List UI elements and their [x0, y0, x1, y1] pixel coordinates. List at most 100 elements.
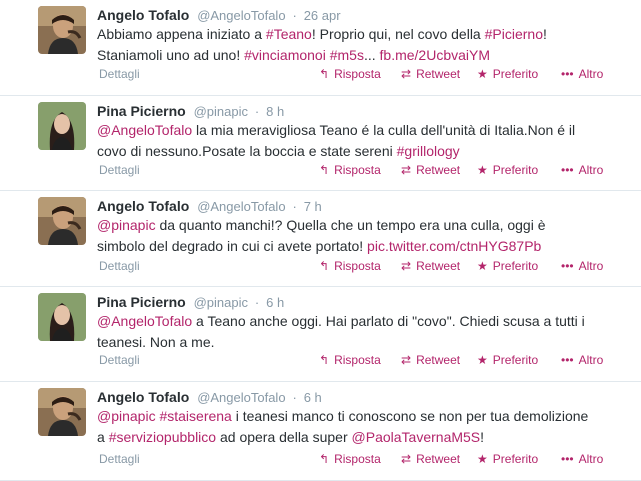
- separator-dot: ·: [254, 295, 260, 310]
- tweet-actions: Dettagli ↰ Risposta ⇄ Retweet ★ Preferito •…: [99, 450, 619, 468]
- mention-link[interactable]: @pinapic: [97, 408, 156, 424]
- more-dots-icon: •••: [561, 67, 574, 81]
- star-icon: ★: [477, 67, 488, 81]
- hashtag-link[interactable]: #grillology: [397, 143, 460, 159]
- details-link[interactable]: Dettagli: [99, 257, 140, 275]
- retweet-icon: ⇄: [401, 452, 412, 466]
- mention-link[interactable]: @pinapic: [97, 217, 156, 233]
- author-name[interactable]: Angelo Tofalo: [97, 198, 189, 214]
- hashtag-link[interactable]: #vinciamonoi: [244, 47, 326, 63]
- author-handle[interactable]: @pinapic: [194, 104, 248, 119]
- reply-button[interactable]: ↰ Risposta: [319, 161, 381, 179]
- hashtag-link[interactable]: #serviziopubblico: [109, 429, 216, 445]
- retweet-label: Retweet: [416, 163, 461, 177]
- author-handle[interactable]: @AngeloTofalo: [197, 8, 285, 23]
- reply-button[interactable]: ↰ Risposta: [319, 450, 381, 468]
- tweet-actions: Dettagli ↰ Risposta ⇄ Retweet ★ Preferito •…: [99, 351, 619, 369]
- tweet-timestamp[interactable]: 6 h: [266, 295, 284, 310]
- url-link[interactable]: fb.me/2UcbvaiYM: [380, 47, 490, 63]
- tweet-timestamp[interactable]: 6 h: [304, 390, 322, 405]
- favorite-label: Preferito: [492, 452, 539, 466]
- favorite-button[interactable]: ★ Preferito: [477, 65, 538, 83]
- tweet[interactable]: Angelo Tofalo @AngeloTofalo · 26 apr Abb…: [0, 0, 641, 96]
- details-link[interactable]: Dettagli: [99, 450, 140, 468]
- avatar[interactable]: [38, 6, 86, 54]
- details-link[interactable]: Dettagli: [99, 65, 140, 83]
- more-label: Altro: [578, 259, 604, 273]
- mention-link[interactable]: @AngeloTofalo: [97, 313, 192, 329]
- avatar[interactable]: [38, 197, 86, 245]
- hashtag-link[interactable]: #m5s: [330, 47, 364, 63]
- reply-icon: ↰: [319, 353, 330, 367]
- url-link[interactable]: pic.twitter.com/ctnHYG87Pb: [367, 238, 541, 254]
- hashtag-link[interactable]: #Picierno: [485, 26, 543, 42]
- avatar-photo: [38, 197, 86, 245]
- retweet-button[interactable]: ⇄ Retweet: [401, 65, 460, 83]
- retweet-icon: ⇄: [401, 353, 412, 367]
- tweet-actions: Dettagli ↰ Risposta ⇄ Retweet ★ Preferito •…: [99, 65, 619, 83]
- details-link[interactable]: Dettagli: [99, 161, 140, 179]
- reply-icon: ↰: [319, 67, 330, 81]
- retweet-label: Retweet: [416, 452, 461, 466]
- tweet-text: @pinapic da quanto manchi!? Quella che u…: [97, 215, 597, 257]
- author-name[interactable]: Pina Picierno: [97, 103, 186, 119]
- star-icon: ★: [477, 163, 488, 177]
- avatar-photo: [38, 102, 86, 150]
- tweet-header: Angelo Tofalo @AngeloTofalo · 7 h: [97, 196, 322, 217]
- more-button[interactable]: ••• Altro: [561, 351, 603, 369]
- author-name[interactable]: Angelo Tofalo: [97, 7, 189, 23]
- author-handle[interactable]: @pinapic: [194, 295, 248, 310]
- favorite-label: Preferito: [492, 353, 539, 367]
- separator-dot: ·: [254, 104, 260, 119]
- tweet[interactable]: Pina Picierno @pinapic · 8 h @AngeloTofa…: [0, 96, 641, 191]
- star-icon: ★: [477, 353, 488, 367]
- retweet-button[interactable]: ⇄ Retweet: [401, 257, 460, 275]
- retweet-label: Retweet: [416, 353, 461, 367]
- reply-button[interactable]: ↰ Risposta: [319, 65, 381, 83]
- author-handle[interactable]: @AngeloTofalo: [197, 390, 285, 405]
- favorite-button[interactable]: ★ Preferito: [477, 161, 538, 179]
- tweet-timestamp[interactable]: 26 apr: [304, 8, 341, 23]
- mention-link[interactable]: @AngeloTofalo: [97, 122, 192, 138]
- retweet-icon: ⇄: [401, 163, 412, 177]
- retweet-icon: ⇄: [401, 67, 412, 81]
- more-button[interactable]: ••• Altro: [561, 257, 603, 275]
- favorite-button[interactable]: ★ Preferito: [477, 257, 538, 275]
- mention-link[interactable]: @PaolaTavernaM5S: [352, 429, 481, 445]
- retweet-button[interactable]: ⇄ Retweet: [401, 351, 460, 369]
- author-handle[interactable]: @AngeloTofalo: [197, 199, 285, 214]
- reply-label: Risposta: [334, 452, 381, 466]
- hashtag-link[interactable]: #Teano: [266, 26, 312, 42]
- author-name[interactable]: Pina Picierno: [97, 294, 186, 310]
- reply-label: Risposta: [334, 67, 381, 81]
- tweet[interactable]: Angelo Tofalo @AngeloTofalo · 6 h @pinap…: [0, 382, 641, 481]
- more-button[interactable]: ••• Altro: [561, 450, 603, 468]
- author-name[interactable]: Angelo Tofalo: [97, 389, 189, 405]
- tweet[interactable]: Angelo Tofalo @AngeloTofalo · 7 h @pinap…: [0, 191, 641, 287]
- tweet-actions: Dettagli ↰ Risposta ⇄ Retweet ★ Preferito •…: [99, 161, 619, 179]
- retweet-button[interactable]: ⇄ Retweet: [401, 161, 460, 179]
- more-button[interactable]: ••• Altro: [561, 65, 603, 83]
- separator-dot: ·: [292, 8, 297, 23]
- avatar-photo: [38, 293, 86, 341]
- tweet-timestamp[interactable]: 8 h: [266, 104, 284, 119]
- avatar[interactable]: [38, 102, 86, 150]
- tweet[interactable]: Pina Picierno @pinapic · 6 h @AngeloTofa…: [0, 287, 641, 382]
- avatar[interactable]: [38, 388, 86, 436]
- tweet-text: @AngeloTofalo a Teano anche oggi. Hai pa…: [97, 311, 597, 353]
- tweet-timestamp[interactable]: 7 h: [304, 199, 322, 214]
- hashtag-link[interactable]: #staiserena: [159, 408, 231, 424]
- avatar[interactable]: [38, 293, 86, 341]
- reply-label: Risposta: [334, 163, 381, 177]
- more-button[interactable]: ••• Altro: [561, 161, 603, 179]
- avatar-photo: [38, 388, 86, 436]
- text-segment: !: [480, 429, 485, 445]
- favorite-button[interactable]: ★ Preferito: [477, 351, 538, 369]
- retweet-label: Retweet: [416, 67, 461, 81]
- favorite-button[interactable]: ★ Preferito: [477, 450, 538, 468]
- details-link[interactable]: Dettagli: [99, 351, 140, 369]
- retweet-button[interactable]: ⇄ Retweet: [401, 450, 460, 468]
- retweet-label: Retweet: [416, 259, 461, 273]
- reply-button[interactable]: ↰ Risposta: [319, 257, 381, 275]
- reply-button[interactable]: ↰ Risposta: [319, 351, 381, 369]
